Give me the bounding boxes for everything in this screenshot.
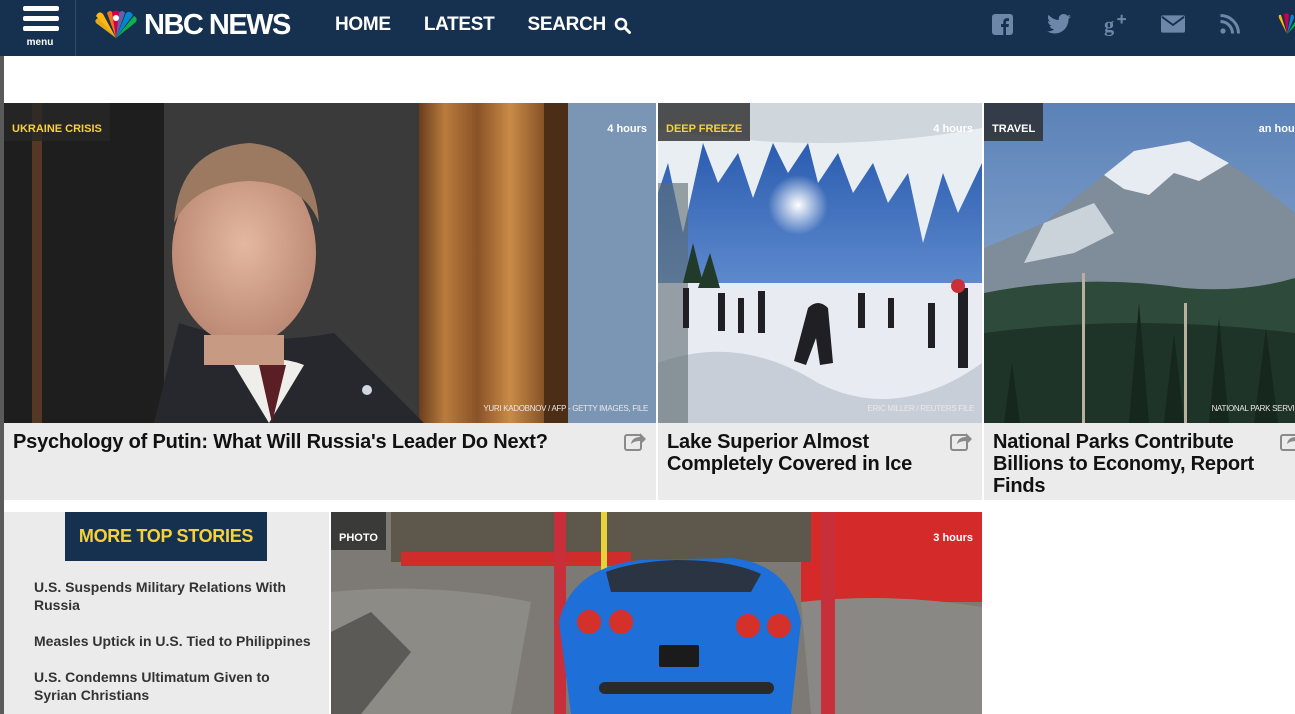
story-card-putin[interactable]: UKRAINE CRISIS 4 hours YURI KADOBNOV / A… xyxy=(4,103,656,500)
list-item[interactable]: U.S. Suspends Military Relations With Ru… xyxy=(34,578,314,614)
svg-text:g: g xyxy=(1104,14,1114,36)
story-timestamp: 4 hours xyxy=(933,123,973,135)
photo-credit: NATIONAL PARK SERVICE xyxy=(1211,404,1295,413)
story-image[interactable]: PHOTO 3 hours xyxy=(331,512,982,714)
story-card-lake-superior[interactable]: DEEP FREEZE 4 hours ERIC MILLER / REUTER… xyxy=(658,103,982,500)
more-top-stories-list: U.S. Suspends Military Relations With Ru… xyxy=(34,578,314,714)
rss-icon[interactable] xyxy=(1218,12,1242,36)
logo-wordmark: NBC NEWS xyxy=(144,8,291,41)
hamburger-icon xyxy=(23,6,59,36)
story-timestamp: 3 hours xyxy=(933,532,973,544)
search-icon xyxy=(614,17,631,34)
nav-latest[interactable]: LATEST xyxy=(424,14,495,36)
story-card-photo[interactable]: PHOTO 3 hours xyxy=(331,512,982,714)
nav-home[interactable]: HOME xyxy=(335,14,391,36)
email-icon[interactable] xyxy=(1161,12,1185,36)
story-headline[interactable]: Psychology of Putin: What Will Russia's … xyxy=(13,431,603,453)
story-category-tag[interactable]: PHOTO xyxy=(331,512,386,550)
story-category-tag[interactable]: DEEP FREEZE xyxy=(658,103,751,141)
share-icon[interactable] xyxy=(1280,431,1295,451)
story-image[interactable]: UKRAINE CRISIS 4 hours YURI KADOBNOV / A… xyxy=(4,103,656,423)
nbc-news-logo[interactable]: NBC NEWS xyxy=(92,8,291,41)
peacock-icon xyxy=(95,10,137,38)
top-nav-bar: menu NBC NEWS HOME LATEST SEARCH g xyxy=(0,0,1295,56)
nbc-peacock-icon[interactable] xyxy=(1275,12,1295,36)
story-image[interactable]: TRAVEL an hour NATIONAL PARK SERVICE xyxy=(984,103,1295,423)
story-category-tag[interactable]: TRAVEL xyxy=(984,103,1044,141)
menu-button[interactable]: menu xyxy=(4,0,76,56)
story-category-tag[interactable]: UKRAINE CRISIS xyxy=(4,103,110,141)
photo-credit: ERIC MILLER / REUTERS FILE xyxy=(867,404,975,413)
social-links: g xyxy=(990,12,1295,36)
twitter-icon[interactable] xyxy=(1047,12,1071,36)
story-timestamp: an hour xyxy=(1258,123,1295,135)
story-headline[interactable]: Lake Superior Almost Completely Covered … xyxy=(667,431,937,475)
list-item[interactable]: U.S. Condemns Ultimatum Given to Syrian … xyxy=(34,668,314,704)
story-card-national-parks[interactable]: TRAVEL an hour NATIONAL PARK SERVICE Nat… xyxy=(984,103,1295,500)
share-icon[interactable] xyxy=(950,431,972,451)
list-item[interactable]: Measles Uptick in U.S. Tied to Philippin… xyxy=(34,632,314,650)
more-top-stories-title: MORE TOP STORIES xyxy=(65,512,267,561)
google-plus-icon[interactable]: g xyxy=(1104,12,1128,36)
main-nav: HOME LATEST SEARCH xyxy=(335,14,664,36)
photo-credit: YURI KADOBNOV / AFP - GETTY IMAGES, FILE xyxy=(483,404,648,413)
facebook-icon[interactable] xyxy=(990,12,1014,36)
nav-search[interactable]: SEARCH xyxy=(528,14,631,36)
menu-label: menu xyxy=(26,37,54,48)
share-icon[interactable] xyxy=(624,431,646,451)
story-image[interactable]: DEEP FREEZE 4 hours ERIC MILLER / REUTER… xyxy=(658,103,982,423)
more-top-stories: MORE TOP STORIES U.S. Suspends Military … xyxy=(4,512,329,714)
story-headline[interactable]: National Parks Contribute Billions to Ec… xyxy=(993,431,1268,497)
story-timestamp: 4 hours xyxy=(607,123,647,135)
